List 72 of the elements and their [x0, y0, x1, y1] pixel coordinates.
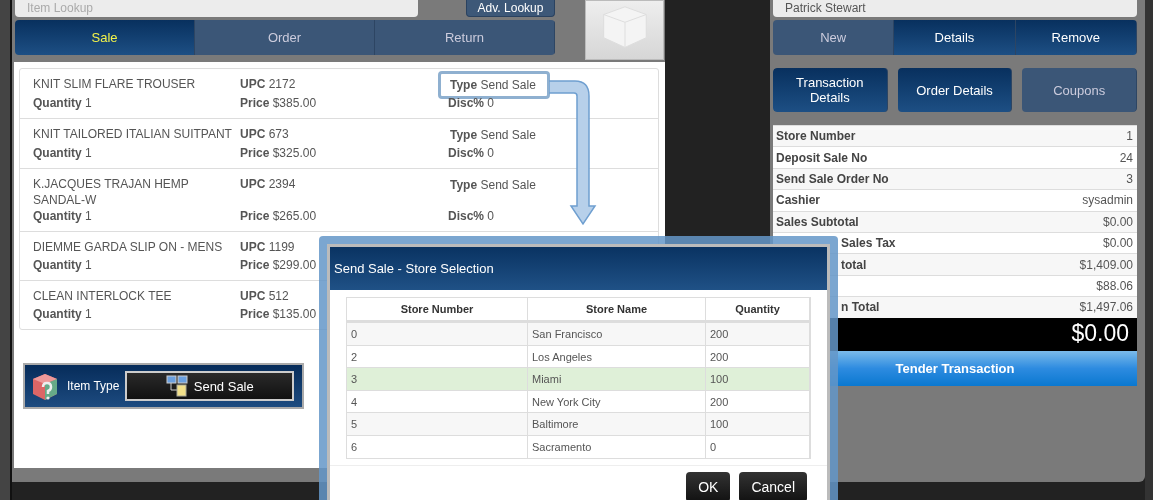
item-price: Price $385.00 [240, 95, 317, 111]
item-name: KNIT TAILORED ITALIAN SUITPANT [33, 126, 232, 142]
store-cell[interactable]: 6 [347, 434, 528, 458]
cancel-button[interactable]: Cancel [739, 471, 807, 500]
summary-value: sysadmin [1082, 193, 1133, 208]
detail-button[interactable]: Order Details [897, 68, 1013, 112]
adv-lookup-button[interactable]: Adv. Lookup [466, 0, 555, 17]
summary-label: Sales Subtotal [776, 214, 859, 229]
summary-value: $0.00 [1102, 236, 1133, 251]
summary-label: Send Sale Order No [776, 171, 889, 186]
mode-tab[interactable]: Return [375, 20, 555, 55]
summary-label: Deposit Sale No [776, 150, 868, 165]
item-upc: UPC 1199 [240, 239, 295, 255]
store-cell[interactable]: 5 [347, 412, 528, 435]
item-upc: UPC 2394 [240, 176, 296, 192]
store-cell[interactable]: 200 [706, 389, 810, 413]
customer-button[interactable]: Remove [1015, 20, 1137, 55]
summary-label: Sales Tax [841, 236, 896, 251]
summary-value: $88.06 [1096, 278, 1133, 293]
store-cell[interactable]: 4 [347, 389, 528, 413]
store-cell[interactable]: Baltimore [528, 412, 706, 435]
item-price: Price $299.00 [240, 257, 317, 273]
item-discount: Disc% 0 [448, 208, 495, 224]
summary-value: 24 [1119, 150, 1133, 165]
item-price: Price $325.00 [240, 145, 317, 161]
summary-value: $1,497.06 [1079, 300, 1133, 315]
item-quantity: Quantity 1 [33, 208, 92, 224]
mode-tab[interactable]: Sale [15, 20, 195, 55]
item-upc: UPC 2172 [240, 76, 296, 92]
item-type-label: Item Type [67, 379, 120, 393]
item-quantity: Quantity 1 [33, 306, 92, 322]
store-cell[interactable]: San Francisco [528, 322, 706, 345]
store-cell[interactable]: 3 [347, 367, 528, 390]
summary-value: 1 [1126, 129, 1133, 144]
send-sale-button[interactable]: Send Sale [125, 371, 294, 401]
item-price: Price $265.00 [240, 208, 317, 224]
store-cell[interactable]: New York City [528, 389, 706, 413]
detail-button[interactable]: Transaction Details [773, 68, 888, 112]
item-upc: UPC 512 [240, 288, 289, 304]
mode-tab[interactable]: Order [195, 20, 375, 55]
summary-value: $0.00 [1102, 214, 1133, 229]
store-cell[interactable]: Sacramento [528, 434, 706, 458]
store-cell[interactable]: 200 [706, 322, 810, 345]
item-name: CLEAN INTERLOCK TEE [33, 288, 172, 304]
item-name: KNIT SLIM FLARE TROUSER [33, 76, 196, 92]
store-cell[interactable]: Miami [528, 367, 706, 390]
customer-field[interactable]: Patrick Stewart [773, 0, 1137, 17]
store-cell[interactable]: 100 [706, 367, 810, 390]
store-cell[interactable]: 2 [347, 344, 528, 368]
store-cell[interactable]: 100 [706, 412, 810, 435]
dialog-title: Send Sale - Store Selection [330, 247, 827, 290]
summary-label: n Total [841, 300, 880, 315]
summary-label: Cashier [776, 193, 821, 208]
customer-button[interactable]: Details [894, 20, 1016, 55]
summary-label: Store Number [776, 129, 856, 144]
item-quantity: Quantity 1 [33, 145, 92, 161]
store-cell[interactable]: 0 [347, 322, 528, 345]
store-cell[interactable]: 0 [706, 434, 810, 458]
store-cell[interactable]: Los Angeles [528, 344, 706, 368]
summary-value: 3 [1126, 171, 1133, 186]
item-name: DIEMME GARDA SLIP ON - MENS [33, 239, 223, 255]
item-quantity: Quantity 1 [33, 257, 92, 273]
computers-document-icon [165, 375, 188, 397]
ok-button[interactable]: OK [686, 471, 731, 500]
summary-label: total [841, 257, 867, 272]
highlighted-item-type: Type Send Sale [438, 71, 550, 99]
item-price: Price $135.00 [240, 306, 317, 322]
summary-value: $1,409.00 [1079, 257, 1133, 272]
store-cell[interactable]: 200 [706, 344, 810, 368]
item-upc: UPC 673 [240, 126, 289, 142]
item-name: K.JACQUES TRAJAN HEMP SANDAL-W [33, 176, 190, 208]
item-quantity: Quantity 1 [33, 95, 92, 111]
